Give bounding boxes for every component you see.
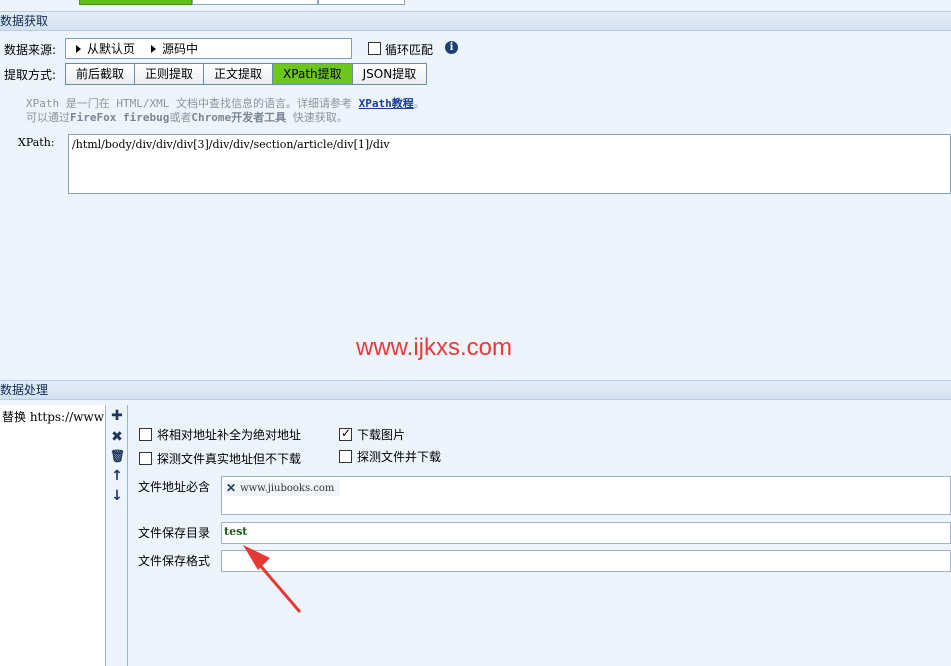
section-header-data-processing: 数据处理: [0, 380, 951, 400]
arrow-down-icon[interactable]: ↓: [110, 488, 124, 504]
hint-text: 快速获取。: [286, 111, 348, 124]
probe-real-url-label: 探测文件真实地址但不下载: [157, 452, 302, 466]
source-crumb-source-code[interactable]: 源码中: [151, 40, 198, 57]
loop-match-checkbox[interactable]: [368, 42, 381, 55]
source-label: 数据来源:: [4, 43, 57, 57]
hint-text: 可以通过: [26, 111, 70, 124]
loop-match-label: 循环匹配: [385, 43, 434, 57]
process-rule-list[interactable]: 替换 https://www: [0, 405, 106, 666]
xpath-hint: XPath 是一门在 HTML/XML 文档中查找信息的语言。详细请参考 XPa…: [26, 97, 425, 125]
triangle-right-icon: [151, 44, 157, 53]
top-tab-active[interactable]: [79, 0, 192, 5]
tab-body-text[interactable]: 正文提取: [204, 64, 274, 84]
list-item[interactable]: 替换 https://www: [0, 405, 105, 428]
hint-firebug: FireFox firebug: [70, 111, 170, 124]
probe-and-download-label: 探测文件并下载: [357, 450, 442, 464]
source-selector[interactable]: 从默认页 源码中: [65, 38, 352, 59]
source-crumb-label: 从默认页: [87, 42, 136, 56]
hint-text: 。: [413, 97, 425, 110]
add-icon[interactable]: ✚: [110, 408, 124, 424]
delete-icon[interactable]: ✖: [110, 429, 124, 445]
method-label: 提取方式:: [4, 68, 57, 82]
info-icon[interactable]: i: [445, 41, 458, 54]
source-crumb-default-page[interactable]: 从默认页: [76, 40, 135, 57]
remove-tag-icon[interactable]: ✕: [226, 481, 236, 495]
method-tabs: 前后截取 正则提取 正文提取 XPath提取 JSON提取: [65, 63, 428, 85]
save-dir-input[interactable]: [221, 522, 951, 544]
tab-xpath[interactable]: XPath提取: [273, 64, 353, 84]
hint-chrome-devtools: Chrome开发者工具: [191, 111, 287, 124]
xpath-label: XPath:: [18, 136, 55, 149]
save-dir-value: test: [224, 525, 248, 538]
section-header-data-fetch: 数据获取: [0, 11, 951, 31]
hint-text: XPath 是一门在 HTML/XML 文档中查找信息的语言。详细请参考: [26, 97, 359, 110]
top-tab-2[interactable]: [192, 0, 318, 5]
tab-prefix-suffix[interactable]: 前后截取: [66, 64, 136, 84]
hint-text: 或者: [169, 111, 192, 124]
url-filter-tag-text: www.jiubooks.com: [240, 482, 335, 494]
probe-real-url-checkbox[interactable]: [139, 452, 152, 465]
download-images-checkbox[interactable]: [339, 426, 352, 441]
url-filter-tag: ✕ www.jiubooks.com: [224, 480, 341, 496]
arrow-up-icon[interactable]: ↑: [110, 468, 124, 484]
probe-and-download-checkbox[interactable]: [339, 450, 352, 463]
relative-to-absolute-label: 将相对地址补全为绝对地址: [157, 428, 302, 442]
download-images-label: 下载图片: [357, 428, 406, 442]
tab-json[interactable]: JSON提取: [352, 64, 427, 84]
url-must-contain-label: 文件地址必含: [138, 480, 211, 494]
trash-icon[interactable]: 🗑: [110, 448, 125, 464]
tab-regex[interactable]: 正则提取: [135, 64, 205, 84]
relative-to-absolute-checkbox[interactable]: [139, 428, 152, 441]
top-tab-3[interactable]: [318, 0, 405, 5]
save-format-input[interactable]: [221, 550, 951, 572]
watermark: www.ijkxs.com: [356, 334, 513, 361]
triangle-right-icon: [76, 44, 81, 53]
rule-toolbar: ✚ ✖ 🗑 ↑ ↓: [106, 405, 128, 666]
save-dir-label: 文件保存目录: [138, 526, 211, 540]
xpath-tutorial-link[interactable]: XPath教程: [359, 97, 414, 110]
save-format-label: 文件保存格式: [138, 554, 211, 568]
source-crumb-label: 源码中: [162, 42, 199, 56]
xpath-input[interactable]: /html/body/div/div/div[3]/div/div/sectio…: [68, 134, 951, 194]
